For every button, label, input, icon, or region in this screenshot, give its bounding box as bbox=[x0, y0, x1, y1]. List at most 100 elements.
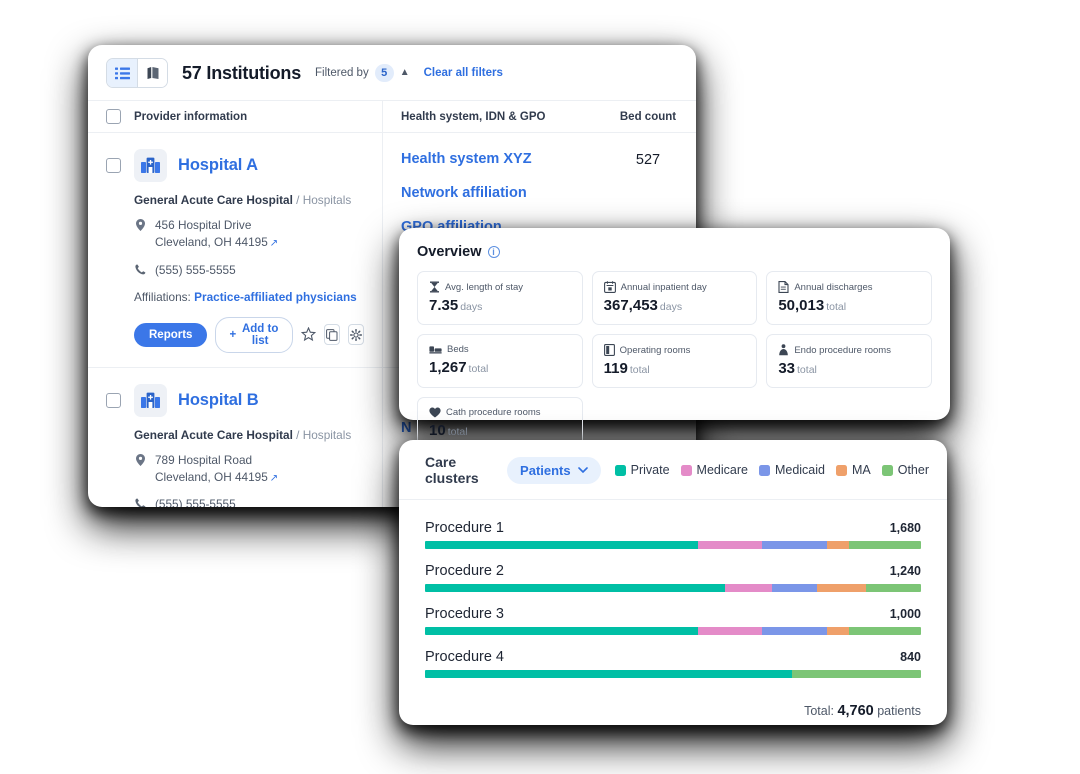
bar-segment-private[interactable] bbox=[425, 627, 698, 635]
legend-item[interactable]: Other bbox=[881, 463, 929, 477]
care-clusters-panel: Care clusters Patients Private Medicare Me… bbox=[399, 440, 947, 725]
bar-segment-other[interactable] bbox=[849, 627, 921, 635]
add-to-list-button[interactable]: + Add to list bbox=[215, 316, 294, 353]
overview-cell: Avg. length of stay 7.35 days bbox=[417, 271, 583, 325]
copy-icon[interactable] bbox=[324, 324, 341, 346]
legend-item[interactable]: Medicaid bbox=[758, 463, 825, 477]
overview-cell-label: Cath procedure rooms bbox=[446, 407, 541, 418]
value-unit: total bbox=[468, 363, 489, 375]
total-unit: patients bbox=[877, 704, 921, 718]
chart-bar-row: Procedure 4 840 bbox=[425, 649, 921, 678]
legend-label: Other bbox=[897, 463, 929, 477]
network-affiliation-link[interactable]: Network affiliation bbox=[401, 185, 600, 201]
column-label: Health system, IDN & GPO bbox=[401, 110, 546, 123]
overview-title: Overview bbox=[417, 244, 482, 260]
bar-segment-private[interactable] bbox=[425, 584, 726, 592]
hospital-name-link[interactable]: Hospital B bbox=[178, 391, 259, 410]
legend-item[interactable]: Medicare bbox=[680, 463, 748, 477]
health-system-link[interactable]: Health system XYZ bbox=[401, 151, 600, 167]
bar-segment-medicare[interactable] bbox=[697, 541, 763, 549]
reports-button[interactable]: Reports bbox=[134, 322, 208, 347]
value-number: 1,267 bbox=[429, 359, 467, 376]
external-link-icon[interactable]: ↗︎ bbox=[270, 238, 278, 249]
bar-segment-ma[interactable] bbox=[826, 627, 850, 635]
overview-cell-label: Operating rooms bbox=[619, 344, 691, 356]
overview-cell-value: 7.35 days bbox=[429, 297, 571, 314]
door-icon bbox=[603, 344, 615, 356]
bar-segment-other[interactable] bbox=[866, 584, 921, 592]
overview-cell: Operating rooms 119 total bbox=[591, 334, 758, 388]
value-number: 7.35 bbox=[429, 297, 459, 314]
overview-cell-value: 367,453 days bbox=[604, 297, 746, 314]
value-number: 50,013 bbox=[778, 297, 825, 314]
care-clusters-header: Care clusters Patients Private Medicare Me… bbox=[399, 440, 947, 500]
metric-select[interactable]: Patients bbox=[507, 456, 601, 484]
overview-cell: Endo procedure rooms 33 total bbox=[766, 334, 932, 388]
bar-segment-medicare[interactable] bbox=[697, 627, 763, 635]
hospital-type-secondary: Hospitals bbox=[302, 193, 352, 207]
legend-item[interactable]: Private bbox=[614, 463, 670, 477]
legend-label: MA bbox=[851, 463, 871, 477]
info-icon[interactable]: i bbox=[487, 246, 500, 258]
bar-segment-ma[interactable] bbox=[816, 584, 867, 592]
affiliations-link[interactable]: Practice-affiliated physicians bbox=[194, 290, 357, 304]
bar-track bbox=[425, 541, 921, 549]
chart-legend: Private Medicare Medicaid MA Other bbox=[614, 463, 929, 477]
bar-segment-other[interactable] bbox=[792, 670, 921, 678]
hospital-name-link[interactable]: Hospital A bbox=[178, 156, 258, 175]
overview-cell-label: Annual discharges bbox=[794, 281, 873, 293]
bar-segment-private[interactable] bbox=[425, 670, 793, 678]
metric-select-value: Patients bbox=[520, 462, 571, 478]
overview-panel: Overview i Avg. length of stay 7.35 days … bbox=[399, 228, 950, 450]
phone-icon bbox=[134, 496, 147, 507]
bar-category-label: Procedure 1 bbox=[425, 520, 504, 536]
gear-icon[interactable] bbox=[348, 324, 364, 346]
address-line2: Cleveland, OH 44195 bbox=[155, 235, 268, 250]
bar-value-label: 840 bbox=[900, 650, 921, 664]
view-toggle[interactable] bbox=[106, 58, 168, 88]
phone-text: (555) 555-5555 bbox=[155, 262, 236, 277]
provider-cell: Hospital B General Acute Care Hospital /… bbox=[88, 368, 382, 507]
document-icon bbox=[778, 281, 789, 293]
row-checkbox[interactable] bbox=[106, 158, 121, 173]
phone-line: (555) 555-5555 bbox=[134, 496, 364, 507]
overview-cell: Annual discharges 50,013 total bbox=[766, 271, 932, 325]
hospital-type-separator: / bbox=[292, 193, 303, 207]
overview-cell-label: Avg. length of stay bbox=[445, 281, 523, 293]
legend-swatch bbox=[680, 464, 692, 476]
filtered-by: Filtered by 5 ▲ bbox=[315, 64, 410, 82]
hospital-type-secondary: Hospitals bbox=[302, 427, 352, 442]
external-link-icon[interactable]: ↗︎ bbox=[270, 473, 278, 484]
phone-text: (555) 555-5555 bbox=[155, 497, 236, 507]
hospital-icon bbox=[134, 149, 167, 182]
overview-cell-value: 33 total bbox=[778, 360, 920, 377]
map-view-button[interactable] bbox=[137, 59, 167, 87]
legend-item[interactable]: MA bbox=[835, 463, 871, 477]
star-icon[interactable] bbox=[301, 325, 317, 345]
clear-all-filters-button[interactable]: Clear all filters bbox=[424, 67, 503, 79]
bar-segment-other[interactable] bbox=[849, 541, 921, 549]
bar-category-label: Procedure 4 bbox=[425, 649, 504, 665]
bar-segment-medicaid[interactable] bbox=[762, 541, 827, 549]
bar-value-label: 1,680 bbox=[889, 521, 921, 535]
row-actions: Reports + Add to list bbox=[134, 316, 364, 353]
legend-swatch bbox=[758, 464, 770, 476]
bar-segment-medicaid[interactable] bbox=[772, 584, 817, 592]
bar-segment-private[interactable] bbox=[425, 541, 698, 549]
row-checkbox[interactable] bbox=[106, 392, 121, 408]
total-label: Total: bbox=[804, 704, 834, 718]
chevron-up-icon[interactable]: ▲ bbox=[400, 68, 410, 78]
filter-count-badge[interactable]: 5 bbox=[374, 64, 394, 82]
table-column-headers: Provider information Health system, IDN … bbox=[88, 100, 696, 133]
list-view-button[interactable] bbox=[107, 59, 137, 87]
care-clusters-title: Care clusters bbox=[425, 454, 479, 486]
bar-segment-medicaid[interactable] bbox=[762, 627, 827, 635]
bar-segment-ma[interactable] bbox=[826, 541, 850, 549]
column-provider-information: Provider information bbox=[88, 109, 382, 124]
bar-segment-medicare[interactable] bbox=[725, 584, 773, 592]
overview-cell-label: Annual inpatient day bbox=[620, 281, 707, 293]
hospital-header: Hospital A bbox=[134, 149, 364, 182]
address-line2: Cleveland, OH 44195 bbox=[155, 469, 268, 484]
select-all-checkbox[interactable] bbox=[106, 109, 121, 124]
chevron-down-icon bbox=[577, 467, 588, 473]
